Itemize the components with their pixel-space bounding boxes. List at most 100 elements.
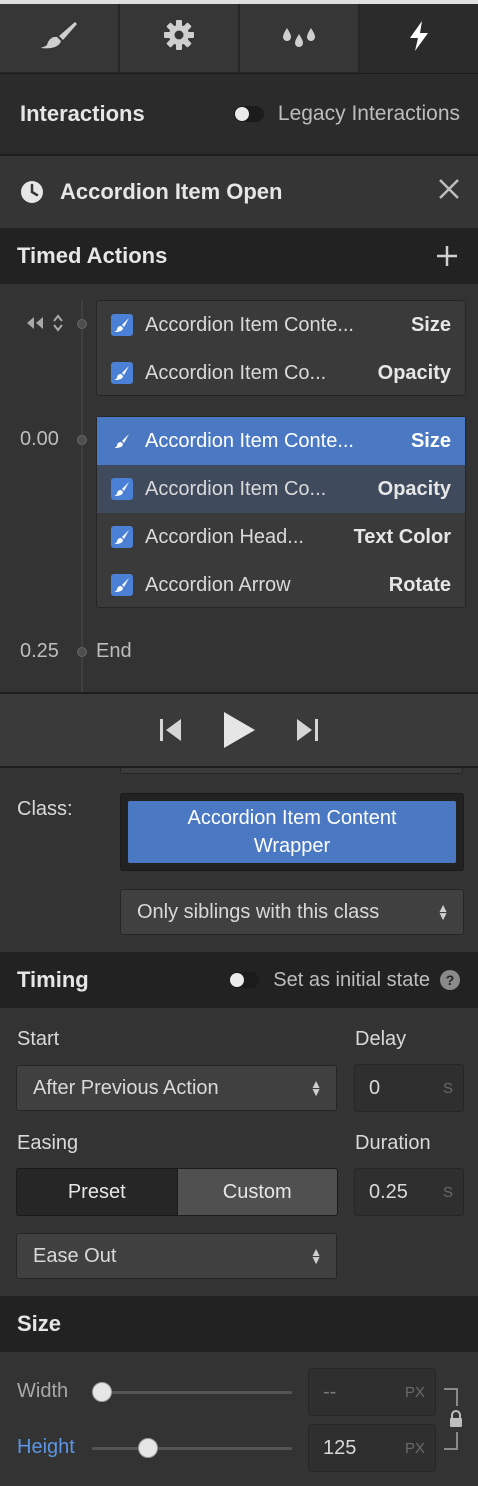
timeline-node: [77, 319, 87, 329]
legacy-toggle[interactable]: [233, 106, 264, 122]
height-slider-track[interactable]: [92, 1447, 292, 1450]
end-label: End: [96, 640, 132, 662]
height-input[interactable]: 125 PX: [308, 1424, 436, 1472]
action-row[interactable]: Accordion Item Conte... Size: [97, 301, 465, 349]
scope-value: Only siblings with this class: [137, 900, 380, 923]
lightning-icon: [404, 19, 434, 59]
width-label: Width: [17, 1380, 69, 1402]
add-action-icon[interactable]: [436, 245, 458, 267]
gear-icon: [162, 18, 196, 58]
custom-button[interactable]: Custom: [176, 1169, 337, 1215]
class-label: Class:: [17, 798, 73, 820]
action-target-name: Accordion Item Co...: [145, 477, 327, 500]
lock-icon[interactable]: [448, 1410, 464, 1428]
size-header: Size: [0, 1296, 478, 1352]
duration-label: Duration: [355, 1132, 431, 1154]
action-property: Size: [410, 313, 451, 336]
width-value: --: [323, 1380, 337, 1403]
start-value: After Previous Action: [33, 1076, 219, 1099]
tab-style-manager[interactable]: [240, 4, 360, 73]
tab-style[interactable]: [0, 4, 120, 73]
skip-forward-icon[interactable]: [293, 716, 321, 744]
action-row[interactable]: Accordion Item Co... Opacity: [97, 349, 465, 397]
preset-button[interactable]: Preset: [17, 1169, 177, 1215]
start-label: Start: [17, 1028, 60, 1050]
time-end-label: 0.25: [20, 640, 59, 662]
timing-title: Timing: [17, 967, 89, 992]
lock-bracket-bottom: [444, 1432, 458, 1450]
close-icon[interactable]: [438, 178, 460, 206]
easing-label: Easing: [17, 1132, 79, 1154]
action-row[interactable]: Accordion Item Conte... Size: [97, 417, 465, 465]
droplets-icon: [279, 20, 319, 56]
interactions-header: Interactions Legacy Interactions: [0, 74, 478, 156]
panel-tabs: [0, 0, 478, 74]
playback-bar: [0, 692, 478, 768]
action-property: Rotate: [388, 573, 451, 596]
skip-back-icon[interactable]: [157, 716, 185, 744]
action-target-name: Accordion Head...: [145, 525, 304, 548]
select-caret-icon: ▲ ▼: [310, 1245, 322, 1267]
select-caret-icon: ▲ ▼: [437, 901, 449, 923]
action-target-name: Accordion Item Co...: [145, 361, 327, 384]
height-label: Height: [17, 1436, 75, 1458]
initial-state-label: Set as initial state: [273, 968, 430, 991]
duration-unit: S: [442, 1183, 453, 1201]
rewind-icon[interactable]: [24, 315, 46, 331]
height-unit: PX: [404, 1439, 425, 1457]
reorder-icon[interactable]: [52, 314, 64, 332]
action-property: Opacity: [377, 361, 451, 384]
easing-value: Ease Out: [33, 1244, 117, 1267]
trigger-title: Accordion Item Open: [60, 179, 283, 204]
action-target-name: Accordion Item Conte...: [145, 429, 354, 452]
initial-state-toggle[interactable]: [229, 972, 260, 988]
delay-label: Delay: [355, 1028, 407, 1050]
action-target-name: Accordion Arrow: [145, 573, 291, 596]
action-target-name: Accordion Item Conte...: [145, 313, 354, 336]
delay-value: 0: [369, 1076, 381, 1099]
easing-select[interactable]: Ease Out ▲ ▼: [16, 1233, 337, 1279]
tab-settings[interactable]: [120, 4, 240, 73]
paintbrush-icon: [111, 314, 133, 336]
timed-actions-title: Timed Actions: [17, 243, 168, 268]
duration-input[interactable]: 0.25 S: [354, 1168, 464, 1216]
action-row[interactable]: Accordion Item Co... Opacity: [97, 465, 465, 513]
action-property: Size: [410, 429, 451, 452]
class-field[interactable]: Accordion Item Content Wrapper: [120, 793, 464, 871]
clock-icon: [20, 180, 44, 204]
timing-header: Timing Set as initial state ?: [0, 952, 478, 1008]
tab-interactions[interactable]: [360, 4, 478, 73]
target-field-edge: [120, 768, 463, 774]
select-caret-icon: ▲ ▼: [310, 1077, 322, 1099]
paintbrush-icon: [111, 362, 133, 384]
duration-value: 0.25: [369, 1180, 408, 1203]
action-property: Text Color: [353, 525, 451, 548]
delay-input[interactable]: 0 S: [354, 1064, 464, 1112]
timeline-node: [77, 647, 87, 657]
paintbrush-icon: [111, 478, 133, 500]
start-select[interactable]: After Previous Action ▲ ▼: [16, 1065, 337, 1111]
width-input[interactable]: -- PX: [308, 1368, 436, 1416]
action-row[interactable]: Accordion Head... Text Color: [97, 513, 465, 561]
paintbrush-icon: [111, 574, 133, 596]
width-slider-track[interactable]: [100, 1391, 292, 1394]
paintbrush-icon: [111, 526, 133, 548]
delay-unit: S: [442, 1079, 453, 1097]
group-controls: [24, 314, 64, 332]
action-group-1[interactable]: Accordion Item Conte... Size Accordion Ite…: [96, 300, 466, 396]
timeline-node: [77, 435, 87, 445]
class-tag[interactable]: Accordion Item Content Wrapper: [128, 801, 456, 863]
action-property: Opacity: [377, 477, 451, 500]
paintbrush-icon: [39, 20, 79, 56]
interactions-title: Interactions: [20, 101, 145, 126]
action-group-2[interactable]: Accordion Item Conte... Size Accordion Ite…: [96, 416, 466, 608]
height-slider-thumb[interactable]: [138, 1438, 158, 1458]
size-title: Size: [17, 1311, 62, 1336]
scope-select[interactable]: Only siblings with this class ▲ ▼: [120, 889, 464, 935]
height-value: 125: [323, 1436, 357, 1459]
play-icon[interactable]: [221, 710, 257, 750]
help-icon[interactable]: ?: [440, 970, 460, 990]
action-row[interactable]: Accordion Arrow Rotate: [97, 561, 465, 609]
width-slider-thumb[interactable]: [92, 1382, 112, 1402]
lock-bracket-top: [444, 1388, 458, 1406]
